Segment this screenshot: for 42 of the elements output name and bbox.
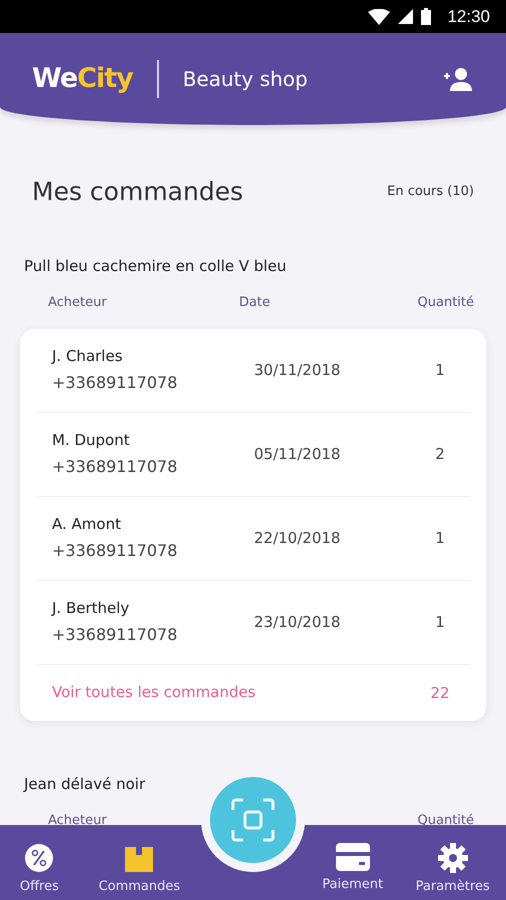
order-date: 23/10/2018 xyxy=(254,613,340,631)
phone-number: +33689117078 xyxy=(52,540,178,562)
wifi-icon xyxy=(368,8,390,24)
product-name: Jean délavé noir xyxy=(24,774,146,794)
nav-tab[interactable]: Paramètres xyxy=(416,842,490,896)
nav-tab[interactable]: Commandes xyxy=(98,842,180,896)
status-filter[interactable]: En cours (10) xyxy=(387,182,474,202)
phone-number: +33689117078 xyxy=(52,624,178,646)
buyer-name: A. Amont xyxy=(52,514,122,535)
nav-tab[interactable]: Paiement xyxy=(322,842,384,896)
percent-badge-icon xyxy=(24,842,54,872)
quantity: 1 xyxy=(435,361,445,379)
orders-total: 22 xyxy=(430,684,450,702)
column-header: Quantité xyxy=(418,813,474,828)
page-title: Mes commandes xyxy=(32,176,244,208)
column-header: Acheteur xyxy=(48,295,107,310)
column-header: Date xyxy=(239,295,270,310)
scan-icon xyxy=(231,798,275,842)
quantity: 1 xyxy=(435,529,445,547)
column-header: Quantité xyxy=(418,295,474,310)
battery-icon xyxy=(421,8,432,25)
add-user-button[interactable] xyxy=(442,66,474,92)
order-date: 05/11/2018 xyxy=(254,445,340,463)
view-all-orders-link[interactable]: Voir toutes les commandes xyxy=(52,681,256,704)
column-header: Acheteur xyxy=(48,813,107,828)
quantity: 1 xyxy=(435,613,445,631)
credit-card-icon xyxy=(336,842,370,870)
phone-number: +33689117078 xyxy=(52,372,178,394)
order-date: 22/10/2018 xyxy=(254,529,340,547)
buyer-name: J. Charles xyxy=(52,346,124,367)
phone-number: +33689117078 xyxy=(52,456,178,478)
clock-time: 12:30 xyxy=(447,6,490,28)
logo: WeCity xyxy=(32,62,133,96)
buyer-name: J. Berthely xyxy=(52,598,130,619)
order-date: 30/11/2018 xyxy=(254,361,340,379)
product-name: Pull bleu cachemire en colle V bleu xyxy=(24,256,288,276)
settings-icon xyxy=(438,842,468,872)
shop-name: Beauty shop xyxy=(182,66,308,93)
nav-tab[interactable]: Offres xyxy=(20,842,59,896)
signal-icon xyxy=(398,9,414,24)
quantity: 2 xyxy=(435,445,445,463)
buyer-name: M. Dupont xyxy=(52,430,131,451)
